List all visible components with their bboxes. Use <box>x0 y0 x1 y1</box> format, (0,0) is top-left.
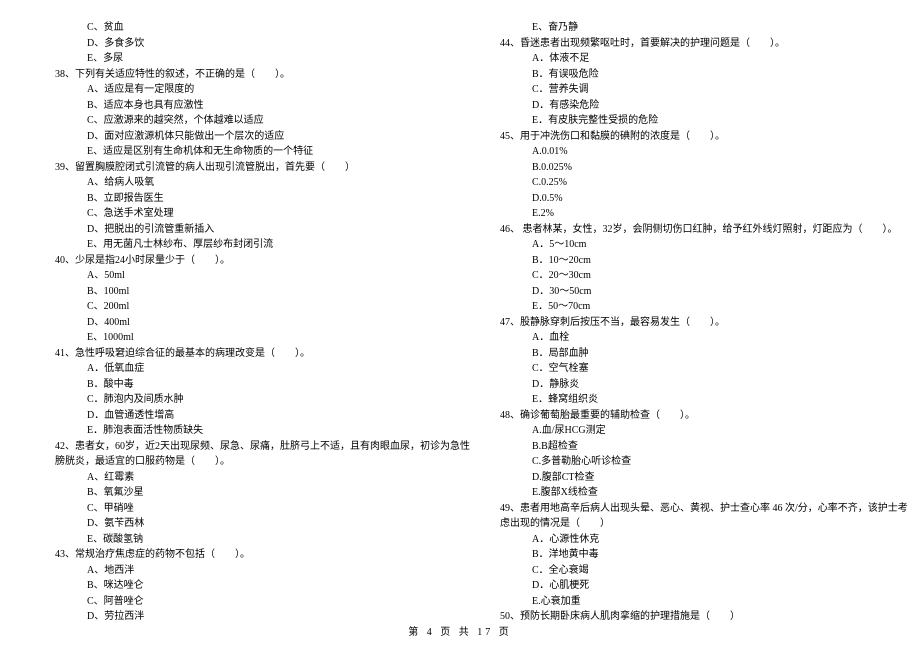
option-line: C．20～30cm <box>500 268 908 284</box>
option-line: B．洋地黄中毒 <box>500 547 908 563</box>
option-line: A．低氧血症 <box>55 361 470 377</box>
option-line: E．蜂窝组织炎 <box>500 392 908 408</box>
option-line: B．酸中毒 <box>55 377 470 393</box>
option-line: D．心肌梗死 <box>500 578 908 594</box>
option-line: D、氨苄西林 <box>55 516 470 532</box>
option-line: C、阿普唑仑 <box>55 594 470 610</box>
page-footer: 第 4 页 共 17 页 <box>0 623 920 638</box>
option-line: A、红霉素 <box>55 470 470 486</box>
option-line: C、甲硝唑 <box>55 501 470 517</box>
option-line: D、把脱出的引流管重新插入 <box>55 222 470 238</box>
option-line: C、应激源来的越突然，个体越难以适应 <box>55 113 470 129</box>
option-line: B．10～20cm <box>500 253 908 269</box>
option-line: E、碳酸氢钠 <box>55 532 470 548</box>
question-line: 46、 患者林某，女性，32岁，会阴侧切伤口红肿，给予红外线灯照射，灯距应为（ … <box>500 222 908 238</box>
option-line: D、多食多饮 <box>55 36 470 52</box>
option-line: C、200ml <box>55 299 470 315</box>
left-column: C、贫血D、多食多饮E、多尿38、下列有关适应特性的叙述，不正确的是（ ）。A、… <box>55 20 470 610</box>
question-line: 39、留置胸膜腔闭式引流管的病人出现引流管脱出，首先要（ ） <box>55 160 470 176</box>
option-line: E．肺泡表面活性物质缺失 <box>55 423 470 439</box>
right-column: E、奋乃静44、昏迷患者出现频繁呕吐时，首要解决的护理问题是（ ）。A．体液不足… <box>500 20 908 610</box>
option-line: C、贫血 <box>55 20 470 36</box>
question-line: 47、股静脉穿刺后按压不当，最容易发生（ ）。 <box>500 315 908 331</box>
option-line: C.多普勒胎心听诊检查 <box>500 454 908 470</box>
option-line: C．空气栓塞 <box>500 361 908 377</box>
option-line: D.腹部CT检查 <box>500 470 908 486</box>
option-line: C.0.25% <box>500 175 908 191</box>
option-line: D.0.5% <box>500 191 908 207</box>
option-line: E、奋乃静 <box>500 20 908 36</box>
question-line: 38、下列有关适应特性的叙述，不正确的是（ ）。 <box>55 67 470 83</box>
option-line: E、1000ml <box>55 330 470 346</box>
option-line: E.腹部X线检查 <box>500 485 908 501</box>
option-line: D．30～50cm <box>500 284 908 300</box>
question-line: 虑出现的情况是（ ） <box>500 516 908 532</box>
option-line: A．5～10cm <box>500 237 908 253</box>
option-line: B、适应本身也具有应激性 <box>55 98 470 114</box>
option-line: B、咪达唑仑 <box>55 578 470 594</box>
question-line: 40、少尿是指24小时尿量少于（ ）。 <box>55 253 470 269</box>
two-column-layout: C、贫血D、多食多饮E、多尿38、下列有关适应特性的叙述，不正确的是（ ）。A、… <box>55 20 865 610</box>
option-line: A、50ml <box>55 268 470 284</box>
option-line: C、急送手术室处理 <box>55 206 470 222</box>
option-line: E.2% <box>500 206 908 222</box>
option-line: E．50～70cm <box>500 299 908 315</box>
option-line: B、氧氟沙星 <box>55 485 470 501</box>
option-line: B.0.025% <box>500 160 908 176</box>
option-line: A．心源性休克 <box>500 532 908 548</box>
option-line: E．有皮肤完整性受损的危险 <box>500 113 908 129</box>
option-line: B、立即报告医生 <box>55 191 470 207</box>
option-line: E、用无菌凡士林纱布、厚层纱布封闭引流 <box>55 237 470 253</box>
question-line: 44、昏迷患者出现频繁呕吐时，首要解决的护理问题是（ ）。 <box>500 36 908 52</box>
option-line: E.心衰加重 <box>500 594 908 610</box>
option-line: A.血/尿HCG测定 <box>500 423 908 439</box>
question-line: 49、患者用地高辛后病人出现头晕、恶心、黄视、护士查心率 46 次/分，心率不齐… <box>500 501 908 517</box>
option-line: E、多尿 <box>55 51 470 67</box>
option-line: D、400ml <box>55 315 470 331</box>
option-line: D、面对应激源机体只能做出一个层次的适应 <box>55 129 470 145</box>
option-line: A、给病人吸氧 <box>55 175 470 191</box>
option-line: B．有误吸危险 <box>500 67 908 83</box>
option-line: D．有感染危险 <box>500 98 908 114</box>
option-line: B.B超检查 <box>500 439 908 455</box>
question-line: 42、患者女，60岁，近2天出现尿频、尿急、尿痛，肚脐弓上不适，且有肉眼血尿，初… <box>55 439 470 455</box>
option-line: A、地西泮 <box>55 563 470 579</box>
question-line: 41、急性呼吸窘迫综合征的最基本的病理改变是（ ）。 <box>55 346 470 362</box>
option-line: D．血管通透性增高 <box>55 408 470 424</box>
option-line: A．血栓 <box>500 330 908 346</box>
option-line: B、100ml <box>55 284 470 300</box>
option-line: A、适应是有一定限度的 <box>55 82 470 98</box>
question-line: 48、确诊葡萄胎最重要的辅助检查（ ）。 <box>500 408 908 424</box>
option-line: D．静脉炎 <box>500 377 908 393</box>
question-line: 45、用于冲洗伤口和黏膜的碘附的浓度是（ ）。 <box>500 129 908 145</box>
question-line: 43、常规治疗焦虑症的药物不包括（ ）。 <box>55 547 470 563</box>
option-line: C．全心衰竭 <box>500 563 908 579</box>
option-line: A.0.01% <box>500 144 908 160</box>
option-line: C．肺泡内及间质水肿 <box>55 392 470 408</box>
question-line: 膀胱炎，最适宜的口服药物是（ ）。 <box>55 454 470 470</box>
option-line: B．局部血肿 <box>500 346 908 362</box>
option-line: C．营养失调 <box>500 82 908 98</box>
option-line: E、适应是区别有生命机体和无生命物质的一个特征 <box>55 144 470 160</box>
option-line: A．体液不足 <box>500 51 908 67</box>
